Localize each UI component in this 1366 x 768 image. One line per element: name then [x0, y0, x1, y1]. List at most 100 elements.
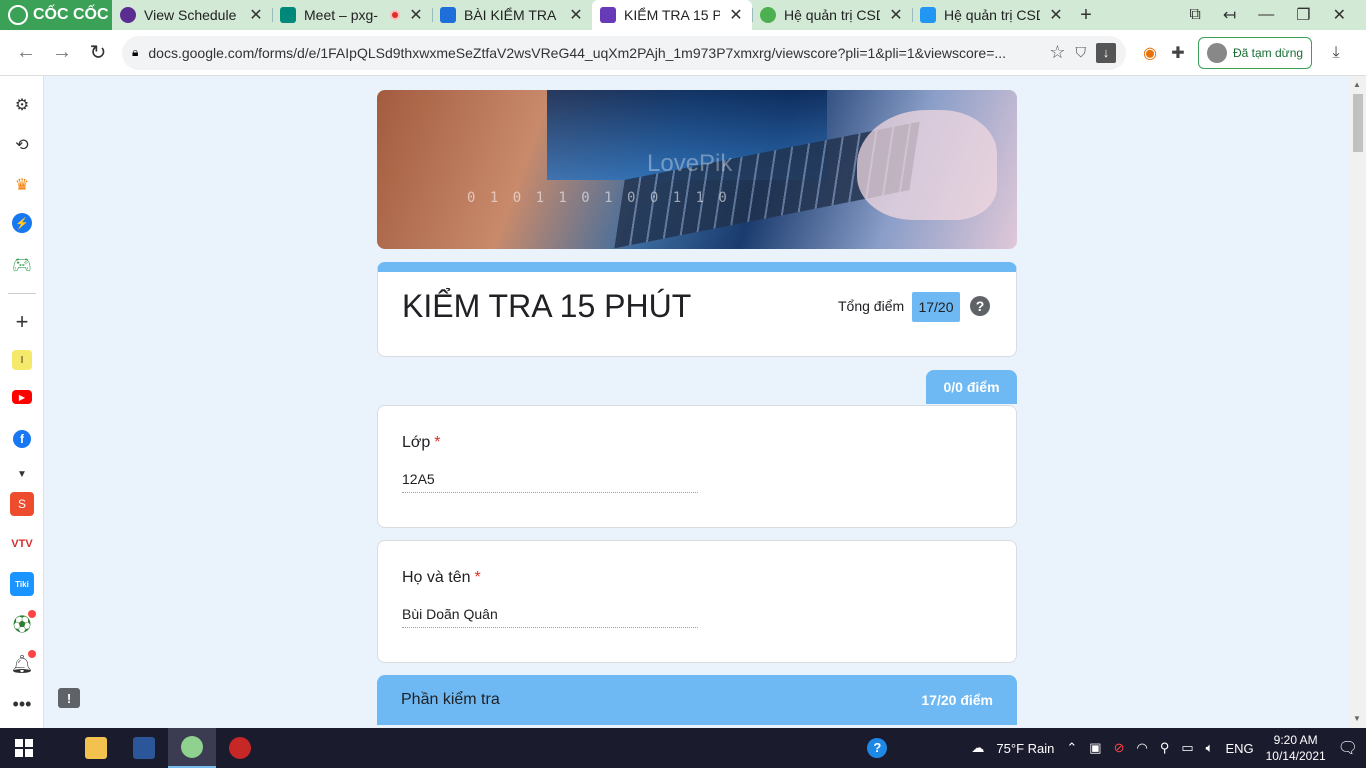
favicon-icon [120, 7, 136, 23]
word-icon[interactable] [120, 728, 168, 768]
minimize-button[interactable]: — [1258, 6, 1274, 24]
gear-icon[interactable]: ⚙ [10, 93, 34, 117]
extensions-puzzle-icon[interactable]: ✚ [1164, 43, 1192, 63]
wifi-icon[interactable]: ◠ [1136, 740, 1147, 756]
crown-icon[interactable]: ♛ [10, 173, 34, 197]
total-score-label: Tổng điểm [838, 298, 905, 314]
watermark: LovePik [647, 150, 733, 177]
section-name: Phần kiểm tra [401, 691, 500, 708]
tab-title: View Schedule [144, 7, 237, 23]
reload-button[interactable]: ↻ [80, 40, 116, 65]
add-shortcut-icon[interactable]: + [10, 309, 34, 334]
windows-start-icon[interactable] [0, 728, 48, 768]
file-explorer-icon[interactable] [72, 728, 120, 768]
notes-icon[interactable]: I [12, 350, 32, 370]
tab-he-quan-tri-1[interactable]: Hệ quản trị CSD ✕ [752, 0, 912, 30]
form-title-card: KIỂM TRA 15 PHÚT Tổng điểm 17/20 ? [377, 262, 1017, 357]
system-tray: ? ☁ 75°F Rain ⌃ ▣ ⊘ ◠ ⚲ ▭ 🔈︎ ENG 9:20 AM… [867, 732, 1366, 764]
question-card-class: Lớp * 12A5 [377, 405, 1017, 528]
tab-title: Meet – pxg- [304, 7, 378, 23]
help-icon[interactable]: ? [970, 296, 990, 316]
date: 10/14/2021 [1265, 749, 1326, 763]
tab-bai-kiem-tra[interactable]: BÀI KIỂM TRA 15 ✕ [432, 0, 592, 30]
close-tab-icon[interactable]: ✕ [728, 5, 744, 25]
total-score-badge: 17/20 [912, 292, 960, 322]
back-arrow-icon[interactable]: ↤ [1223, 5, 1236, 25]
tiki-icon[interactable]: Tiki [10, 572, 34, 596]
tab-meet[interactable]: Meet – pxg- ✕ [272, 0, 432, 30]
divider [8, 293, 36, 294]
close-tab-icon[interactable]: ✕ [1048, 5, 1064, 25]
chevron-down-icon[interactable]: ▼ [10, 462, 34, 486]
clock[interactable]: 9:20 AM 10/14/2021 [1266, 732, 1326, 764]
coccoc-menu-button[interactable]: CỐC CỐC [0, 0, 112, 30]
forms-icon [600, 7, 616, 23]
answer-text: Bùi Doãn Quân [402, 606, 698, 628]
downloads-icon[interactable]: ⤓ [1322, 44, 1350, 62]
chevron-up-icon[interactable]: ⌃ [1066, 740, 1077, 756]
page-scrollbar[interactable]: ▲ ▼ [1350, 76, 1366, 728]
tab-title: KIỂM TRA 15 PH [624, 7, 720, 23]
facebook-icon[interactable]: f [13, 430, 31, 448]
question-label: Lớp * [402, 434, 441, 451]
url-text: docs.google.com/forms/d/e/1FAIpQLSd9thxw… [148, 44, 1007, 61]
shield-icon[interactable]: ⛉ [1076, 44, 1087, 61]
download-icon[interactable]: ↓ [1096, 42, 1116, 63]
tab-kiem-tra-15-phut[interactable]: KIỂM TRA 15 PH ✕ [592, 0, 752, 30]
answer-text: 12A5 [402, 471, 698, 493]
lock-icon[interactable]: 🔒︎ [132, 45, 138, 60]
battery-icon[interactable]: ▭ [1181, 740, 1193, 756]
history-icon[interactable]: ⟲ [10, 133, 34, 157]
gamepad-icon[interactable]: 🎮︎ [10, 253, 34, 277]
scroll-down-icon[interactable]: ▼ [1353, 714, 1361, 723]
language-indicator[interactable]: ENG [1225, 741, 1253, 756]
close-tab-icon[interactable]: ✕ [568, 5, 584, 25]
help-tray-icon[interactable]: ? [867, 738, 888, 758]
address-bar[interactable]: 🔒︎ docs.google.com/forms/d/e/1FAIpQLSd9t… [122, 35, 1126, 70]
avatar [1207, 42, 1227, 63]
close-tab-icon[interactable]: ✕ [888, 5, 904, 25]
coccoc-taskbar-icon[interactable] [168, 728, 216, 768]
tab-view-schedule[interactable]: View Schedule ✕ [112, 0, 272, 30]
close-window-button[interactable]: ✕ [1333, 5, 1346, 25]
bookmark-star-icon[interactable]: ☆ [1049, 42, 1065, 63]
feedback-icon[interactable]: ! [58, 688, 80, 708]
question-label: Họ và tên * [402, 569, 481, 586]
microphone-icon[interactable]: ⚲ [1160, 740, 1170, 756]
header-banner-image: LovePik 0 1 0 1 1 0 1 0 0 1 1 0 [377, 90, 1017, 249]
window-controls: ⧉ ↤ — ❐ ✕ [1189, 5, 1366, 25]
forward-button[interactable]: → [44, 41, 80, 64]
favicon-icon [760, 7, 776, 23]
camera-icon[interactable]: ▣ [1089, 740, 1101, 756]
notification-icon[interactable]: 🗨︎ [1338, 738, 1358, 758]
scroll-up-icon[interactable]: ▲ [1353, 80, 1361, 89]
messenger-icon[interactable]: ⚡ [12, 213, 32, 233]
weather-text[interactable]: 75°F Rain [996, 741, 1054, 756]
bell-icon[interactable]: 🔔︎ [10, 650, 36, 676]
browser-toolbar: ← → ↻ 🔒︎ docs.google.com/forms/d/e/1FAIp… [0, 30, 1366, 76]
shopee-icon[interactable]: S [10, 492, 34, 516]
tab-he-quan-tri-2[interactable]: Hệ quản trị CSD ✕ [912, 0, 1072, 30]
network-icon[interactable]: ⊘ [1114, 740, 1125, 756]
weather-icon[interactable]: ☁ [971, 740, 984, 756]
devcpp-icon[interactable] [216, 728, 264, 768]
scroll-thumb[interactable] [1353, 94, 1363, 152]
vtv-icon[interactable]: VTV [10, 532, 34, 556]
soccer-ball-icon[interactable]: ⚽︎ [10, 610, 36, 636]
restore-button[interactable]: ❐ [1296, 5, 1310, 25]
recording-icon [390, 10, 400, 20]
brand-name: CỐC CỐC [33, 6, 109, 23]
tab-search-icon[interactable]: ⧉ [1189, 6, 1200, 24]
youtube-icon[interactable]: ▶ [12, 390, 32, 404]
profile-paused-button[interactable]: Đã tạm dừng [1198, 36, 1313, 69]
new-tab-button[interactable]: + [1072, 4, 1100, 27]
question-card-name: Họ và tên * Bùi Doãn Quân [377, 540, 1017, 663]
coccoc-logo-icon [8, 5, 28, 25]
more-icon[interactable]: ••• [10, 692, 34, 716]
coccoc-extension-icon[interactable]: ◉ [1136, 43, 1164, 63]
back-button[interactable]: ← [8, 41, 44, 64]
close-tab-icon[interactable]: ✕ [248, 5, 264, 25]
volume-muted-icon[interactable]: 🔈︎ [1206, 740, 1214, 756]
close-tab-icon[interactable]: ✕ [408, 5, 424, 25]
tab-strip: CỐC CỐC View Schedule ✕ Meet – pxg- ✕ BÀ… [0, 0, 1366, 30]
